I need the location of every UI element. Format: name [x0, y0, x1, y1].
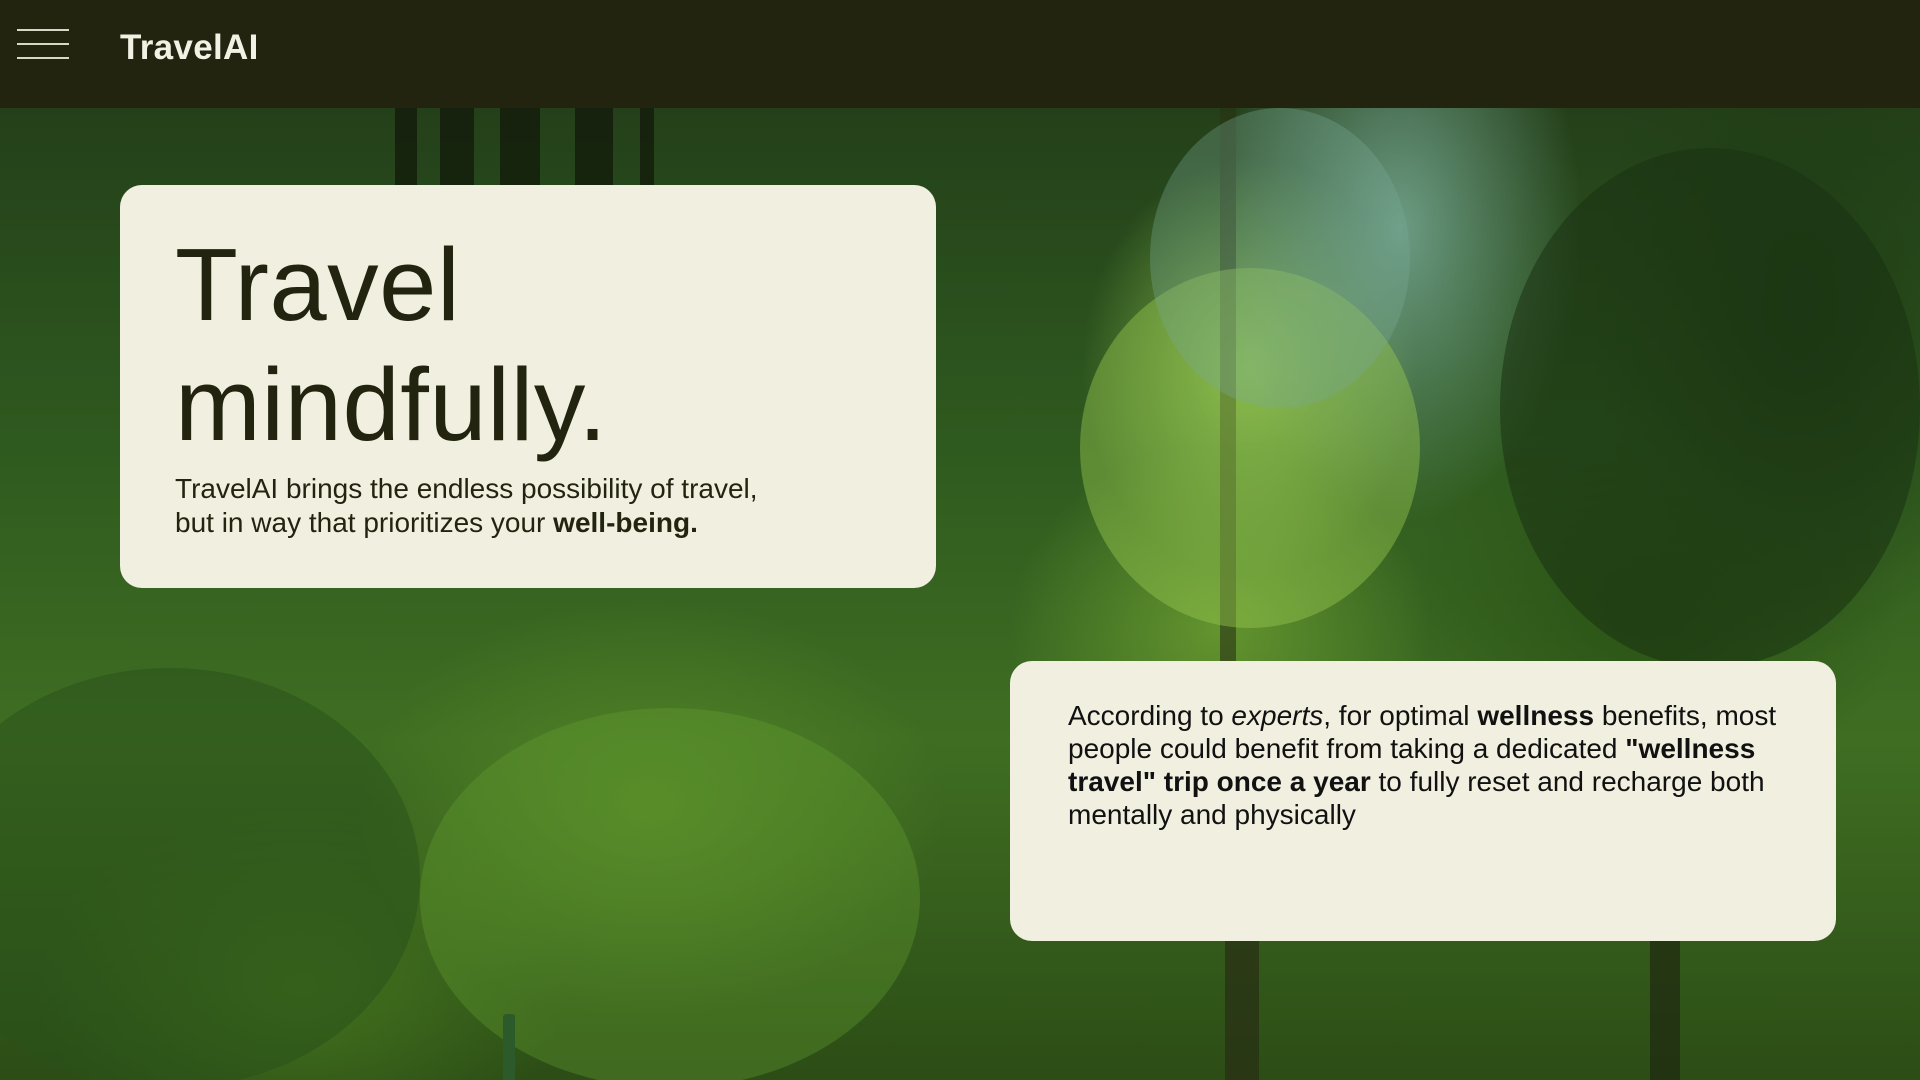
headline-line-1: Travel — [175, 227, 461, 342]
foliage — [420, 708, 920, 1080]
info-bold-wellness: wellness — [1477, 700, 1595, 731]
foliage — [0, 668, 420, 1080]
wellness-info-card: According to experts, for optimal wellne… — [1010, 661, 1836, 941]
subtext-line-1: TravelAI brings the endless possibility … — [175, 473, 758, 504]
subtext-line-2: but in way that prioritizes your — [175, 507, 554, 538]
foliage — [1150, 108, 1410, 408]
trail-post — [503, 1014, 515, 1080]
wellness-info-text: According to experts, for optimal wellne… — [1068, 699, 1788, 831]
hero-subtext: TravelAI brings the endless possibility … — [175, 472, 875, 540]
info-italic-experts: experts — [1231, 700, 1324, 731]
info-text-part: According to — [1068, 700, 1232, 731]
menu-line — [17, 29, 69, 31]
hero-card: Travel mindfully. TravelAI brings the en… — [120, 185, 936, 588]
tree-trunk — [640, 108, 654, 188]
subtext-emphasis: well-being. — [553, 507, 698, 538]
info-text-part: , for optimal — [1323, 700, 1478, 731]
tree-trunk — [1650, 928, 1680, 1080]
foliage — [1500, 148, 1920, 668]
menu-line — [17, 57, 69, 59]
headline-line-2: mindfully. — [175, 347, 608, 462]
hero-headline: Travel mindfully. — [175, 225, 875, 465]
menu-line — [17, 43, 69, 45]
hamburger-menu-icon[interactable] — [17, 27, 69, 63]
top-navigation-bar: TravelAI — [0, 0, 1920, 108]
brand-logo-text[interactable]: TravelAI — [120, 28, 259, 68]
